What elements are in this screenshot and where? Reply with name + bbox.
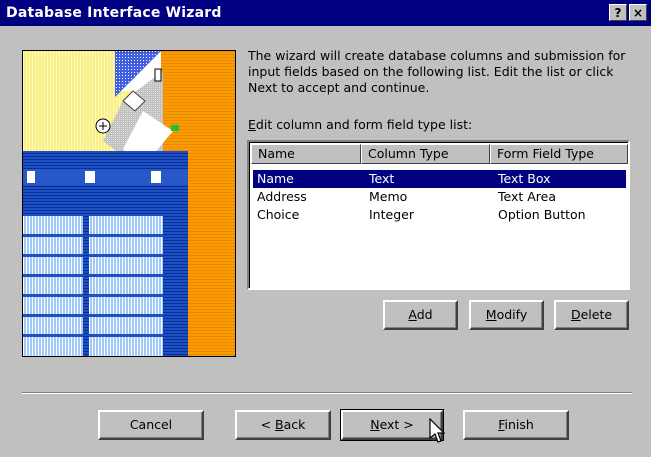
back-accel: B [275, 417, 284, 432]
delete-button[interactable]: Delete [554, 300, 629, 330]
column-header-form-field-type[interactable]: Form Field Type [490, 144, 628, 164]
cell-name: Choice [257, 207, 300, 222]
database-illustration-image [23, 51, 235, 356]
add-button[interactable]: Add [383, 300, 458, 330]
back-prefix: < [260, 417, 276, 432]
intro-text: The wizard will create database columns … [248, 48, 626, 95]
back-rest: ack [283, 417, 306, 432]
cell-field-type: Text Area [498, 189, 557, 204]
delete-accel: D [570, 307, 581, 322]
modify-rest: odify [496, 307, 528, 322]
cell-name: Address [257, 189, 307, 204]
cell-field-type: Text Box [498, 171, 551, 186]
next-button[interactable]: Next > [340, 409, 444, 441]
cell-column-type: Text [369, 171, 395, 186]
cell-column-type: Memo [369, 189, 408, 204]
list-row-name[interactable]: Name Text Text Box [253, 170, 626, 188]
cell-name: Name [257, 171, 294, 186]
list-label: Edit column and form field type list: [248, 117, 472, 132]
add-accel: A [408, 307, 417, 322]
delete-rest: elete [580, 307, 613, 322]
cell-field-type: Option Button [498, 207, 586, 222]
modify-accel: M [485, 307, 497, 322]
back-button[interactable]: < Back [235, 410, 331, 440]
cell-column-type: Integer [369, 207, 414, 222]
separator [22, 392, 632, 394]
list-row-choice[interactable]: Choice Integer Option Button [253, 206, 626, 224]
wizard-illustration [22, 50, 236, 357]
list-header: Name Column Type Form Field Type [251, 144, 628, 164]
add-rest: dd [416, 307, 433, 322]
column-header-column-type[interactable]: Column Type [361, 144, 490, 164]
next-rest: ext > [379, 417, 414, 432]
mouse-cursor-icon [429, 418, 446, 443]
help-button[interactable]: ? [609, 4, 627, 21]
wizard-dialog: Database Interface Wizard ? × The wizard… [0, 0, 651, 457]
list-label-rest: dit column and form field type list: [255, 117, 473, 132]
title-bar[interactable]: Database Interface Wizard ? × [0, 0, 651, 26]
column-header-name[interactable]: Name [251, 144, 361, 164]
finish-button[interactable]: Finish [463, 410, 569, 440]
window-title: Database Interface Wizard [6, 5, 222, 21]
field-list-view[interactable]: Name Column Type Form Field Type Name Te… [247, 140, 630, 290]
next-accel: N [370, 417, 380, 432]
modify-button[interactable]: Modify [469, 300, 544, 330]
finish-rest: inish [504, 417, 534, 432]
list-label-accel: E [248, 117, 256, 132]
cancel-button[interactable]: Cancel [98, 410, 204, 440]
list-row-address[interactable]: Address Memo Text Area [253, 188, 626, 206]
close-button[interactable]: × [629, 4, 647, 21]
